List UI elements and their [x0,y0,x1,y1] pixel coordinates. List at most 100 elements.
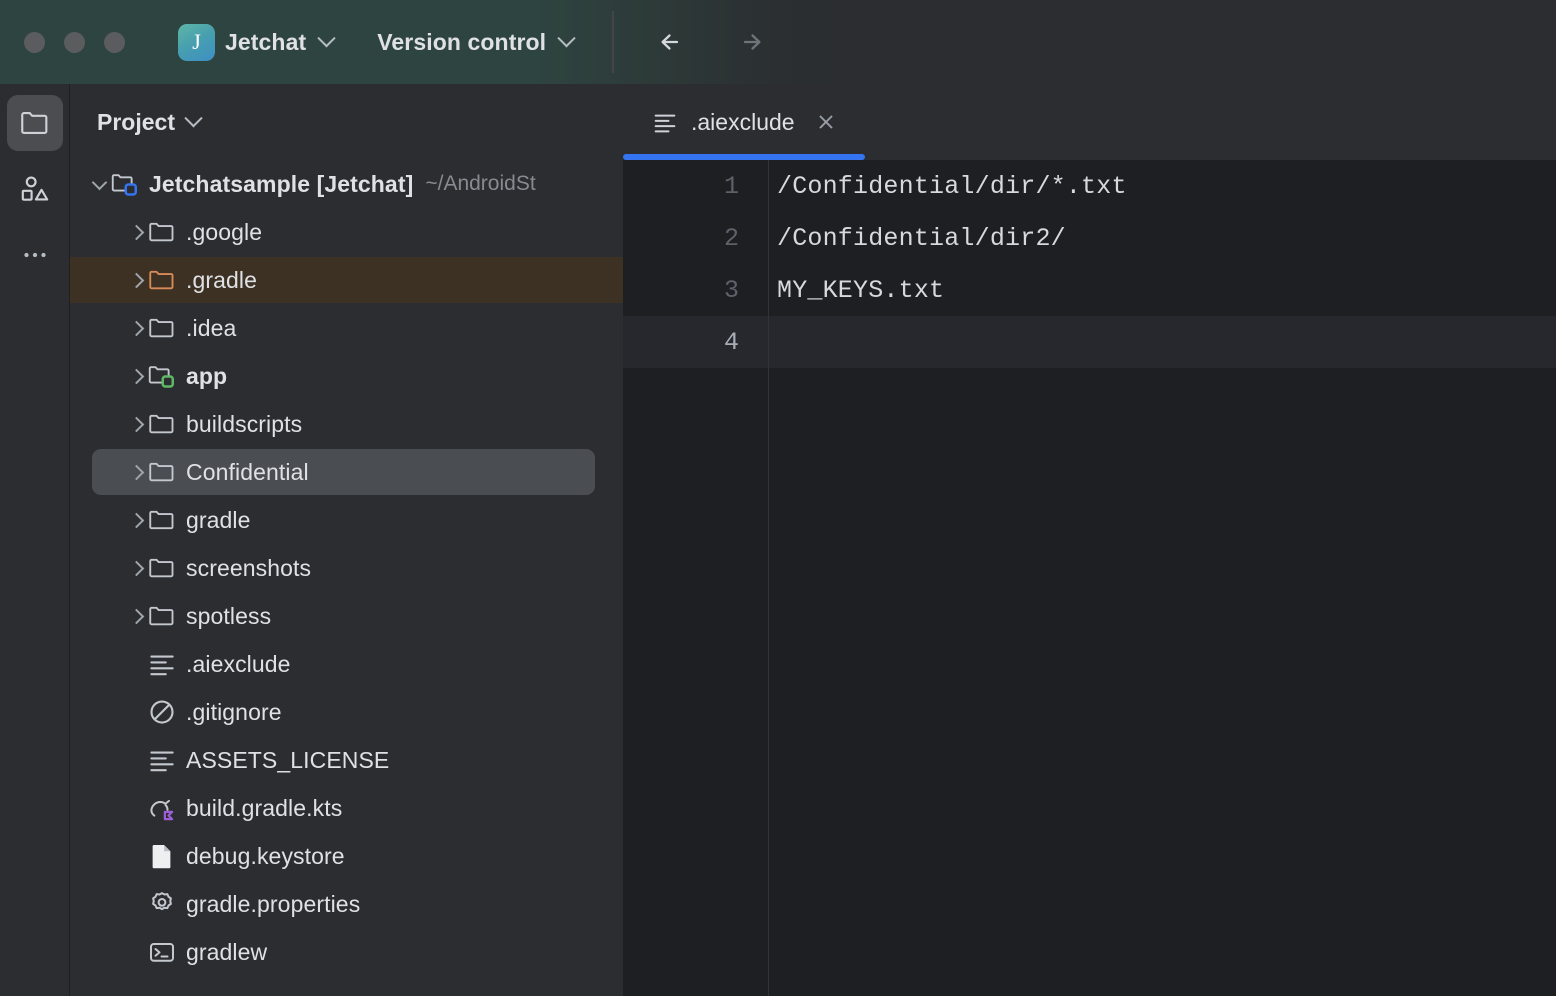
tree-node-label: .aiexclude [186,651,291,678]
code-line[interactable]: 1/Confidential/dir/*.txt [623,160,1556,212]
folder-icon [147,409,177,439]
chevron-down-icon [318,29,336,47]
tree-node-label: app [186,363,227,390]
tree-node-gradle-properties[interactable]: gradle.properties [70,880,623,928]
tree-node-debug-keystore[interactable]: debug.keystore [70,832,623,880]
text-file-icon [147,649,177,679]
window-controls [24,32,125,53]
minimize-window-button[interactable] [64,32,85,53]
tree-node-label: ASSETS_LICENSE [186,747,389,774]
tree-node-label: buildscripts [186,411,302,438]
folder-icon [147,553,177,583]
folder-icon [147,601,177,631]
folder-icon [147,505,177,535]
close-icon [814,110,838,134]
tree-node-screenshots[interactable]: screenshots [70,544,623,592]
navigation-buttons [644,15,778,69]
line-number: 1 [623,172,768,201]
tool-button-more[interactable] [7,227,63,283]
chevron-right-icon[interactable] [125,419,147,430]
tree-node-label: gradlew [186,939,267,966]
tree-node-gradle[interactable]: .gradle [70,256,623,304]
tree-node-label: Confidential [186,459,309,486]
tree-node-buildscripts[interactable]: buildscripts [70,400,623,448]
tree-node-gradlew[interactable]: gradlew [70,928,623,976]
line-number: 2 [623,224,768,253]
tree-node-label: screenshots [186,555,311,582]
tool-button-project[interactable] [7,95,63,151]
text-file-icon [651,108,679,136]
chevron-right-icon[interactable] [125,611,147,622]
close-tab-button[interactable] [813,109,839,135]
tree-node-aiexclude[interactable]: .aiexclude [70,640,623,688]
blank-file-icon [147,841,177,871]
tree-node-google[interactable]: .google [70,208,623,256]
project-widget[interactable]: J Jetchat [172,19,341,66]
tree-node-path: ~/AndroidSt [425,172,535,196]
folder-icon [18,106,52,140]
tree-node-label: debug.keystore [186,843,345,870]
tree-node-label: build.gradle.kts [186,795,342,822]
tree-node-gradle[interactable]: gradle [70,496,623,544]
line-text: /Confidential/dir/*.txt [768,172,1127,201]
line-number: 4 [623,328,768,357]
editor-tab-bar: .aiexclude [623,84,1556,160]
project-tool-window: Project Jetchatsample [Jetchat] ~/Android… [70,84,623,996]
tree-node-confidential[interactable]: Confidential [70,448,623,496]
terminal-file-icon [147,937,177,967]
chevron-right-icon[interactable] [125,515,147,526]
chevron-right-icon[interactable] [125,227,147,238]
chevron-right-icon[interactable] [125,275,147,286]
chevron-down-icon [184,109,202,127]
tree-node-app[interactable]: app [70,352,623,400]
editor-tab-aiexclude[interactable]: .aiexclude [623,84,865,160]
folder-icon [147,313,177,343]
tree-node-assets-license[interactable]: ASSETS_LICENSE [70,736,623,784]
tree-node-gitignore[interactable]: .gitignore [70,688,623,736]
folder-icon [147,457,177,487]
line-text: /Confidential/dir2/ [768,224,1066,253]
tool-button-structure[interactable] [7,161,63,217]
title-bar: J Jetchat Version control [0,0,1556,84]
title-bar-widgets: J Jetchat Version control [125,11,614,73]
zoom-window-button[interactable] [104,32,125,53]
tree-node-build-gradle-kts[interactable]: build.gradle.kts [70,784,623,832]
version-control-label: Version control [377,29,546,56]
chevron-right-icon[interactable] [125,563,147,574]
tree-node-label: spotless [186,603,271,630]
tree-node-label: Jetchatsample [Jetchat] [149,171,413,198]
tree-node-spotless[interactable]: spotless [70,592,623,640]
chevron-down-icon[interactable] [88,181,110,188]
close-window-button[interactable] [24,32,45,53]
project-tree: Jetchatsample [Jetchat] ~/AndroidSt .googl… [70,160,623,976]
chevron-right-icon[interactable] [125,323,147,334]
line-text: MY_KEYS.txt [768,276,944,305]
tree-node-label: gradle.properties [186,891,360,918]
chevron-right-icon[interactable] [125,371,147,382]
code-editor[interactable]: 1/Confidential/dir/*.txt2/Confidential/d… [623,160,1556,996]
editor-area: .aiexclude 1/Confidential/dir/*.txt2/Con… [623,84,1556,996]
tree-node-jetchatsample-jetchat[interactable]: Jetchatsample [Jetchat] ~/AndroidSt [70,160,623,208]
tree-node-label: .gradle [186,267,257,294]
tree-node-label: .google [186,219,262,246]
forward-arrow-icon [731,22,771,62]
version-control-widget[interactable]: Version control [369,24,581,61]
code-line[interactable]: 3MY_KEYS.txt [623,264,1556,316]
tree-node-idea[interactable]: .idea [70,304,623,352]
chevron-down-icon [557,29,575,47]
code-line[interactable]: 4 [623,316,1556,368]
navigate-forward-button[interactable] [724,15,778,69]
tree-node-label: .idea [186,315,236,342]
ide-window: J Jetchat Version control [0,0,1556,996]
ignore-file-icon [147,697,177,727]
code-line[interactable]: 2/Confidential/dir2/ [623,212,1556,264]
project-logo-icon: J [178,24,215,61]
module-green-icon [147,361,177,391]
chevron-right-icon[interactable] [125,467,147,478]
navigate-back-button[interactable] [644,15,698,69]
project-panel-title: Project [97,109,175,136]
folder-icon [147,217,177,247]
back-arrow-icon [651,22,691,62]
project-panel-header[interactable]: Project [70,84,623,160]
left-tool-strip [0,84,70,996]
